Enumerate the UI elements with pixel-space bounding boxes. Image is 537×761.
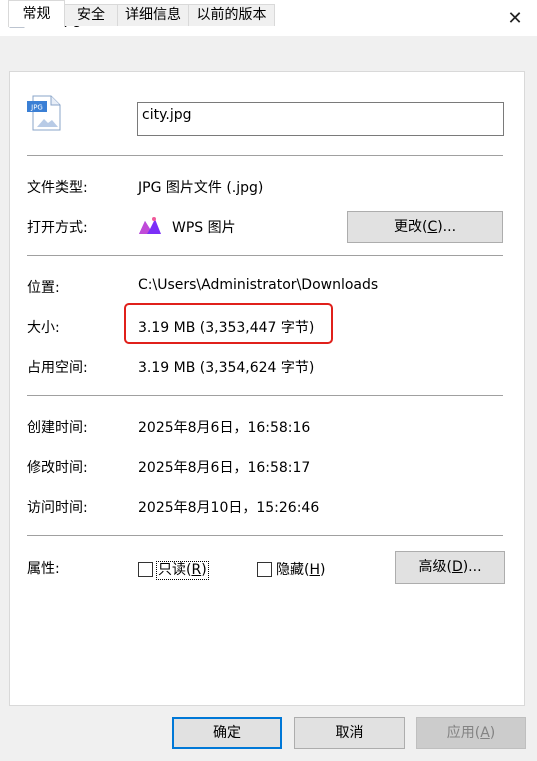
tab-previous-versions[interactable]: 以前的版本 (188, 4, 275, 26)
created-label: 创建时间: (27, 420, 88, 436)
file-type-value: JPG 图片文件 (.jpg) (138, 180, 264, 196)
tab-security[interactable]: 安全 (64, 4, 118, 26)
size-label: 大小: (27, 320, 60, 336)
size-on-disk-value: 3.19 MB (3,354,624 字节) (138, 360, 315, 376)
location-label: 位置: (27, 280, 60, 296)
separator (27, 255, 503, 256)
created-value: 2025年8月6日，16:58:16 (138, 420, 311, 436)
svg-text:JPG: JPG (30, 104, 43, 112)
hidden-label[interactable]: 隐藏(H) (276, 562, 325, 579)
ok-button[interactable]: 确定 (172, 717, 282, 749)
hidden-checkbox[interactable] (257, 562, 272, 577)
accessed-label: 访问时间: (27, 500, 88, 516)
tab-general[interactable]: 常规 (8, 0, 65, 27)
attributes-label: 属性: (27, 561, 60, 577)
wps-picture-icon (139, 217, 161, 234)
open-with-label: 打开方式: (27, 220, 88, 236)
advanced-button[interactable]: 高级(D)... (395, 551, 505, 584)
modified-value: 2025年8月6日，16:58:17 (138, 460, 311, 476)
separator (27, 535, 503, 536)
size-highlight-annotation (124, 303, 333, 344)
filename-input[interactable]: city.jpg (137, 102, 504, 136)
readonly-label[interactable]: 只读(R) (156, 561, 209, 580)
modified-label: 修改时间: (27, 460, 88, 476)
change-button[interactable]: 更改(C)... (347, 211, 503, 243)
apply-button[interactable]: 应用(A) (416, 717, 526, 749)
close-button[interactable]: ✕ (493, 0, 537, 36)
separator (27, 395, 503, 396)
jpg-file-icon: JPG (27, 95, 61, 131)
separator (27, 155, 503, 156)
close-icon: ✕ (507, 7, 523, 29)
size-on-disk-label: 占用空间: (27, 360, 88, 376)
general-panel (9, 71, 525, 706)
accessed-value: 2025年8月10日，15:26:46 (138, 500, 320, 516)
open-with-value: WPS 图片 (172, 220, 236, 236)
location-value: C:\Users\Administrator\Downloads (138, 277, 379, 293)
tab-details[interactable]: 详细信息 (117, 4, 189, 26)
readonly-checkbox[interactable] (138, 562, 153, 577)
cancel-button[interactable]: 取消 (294, 717, 405, 749)
file-type-label: 文件类型: (27, 180, 88, 196)
